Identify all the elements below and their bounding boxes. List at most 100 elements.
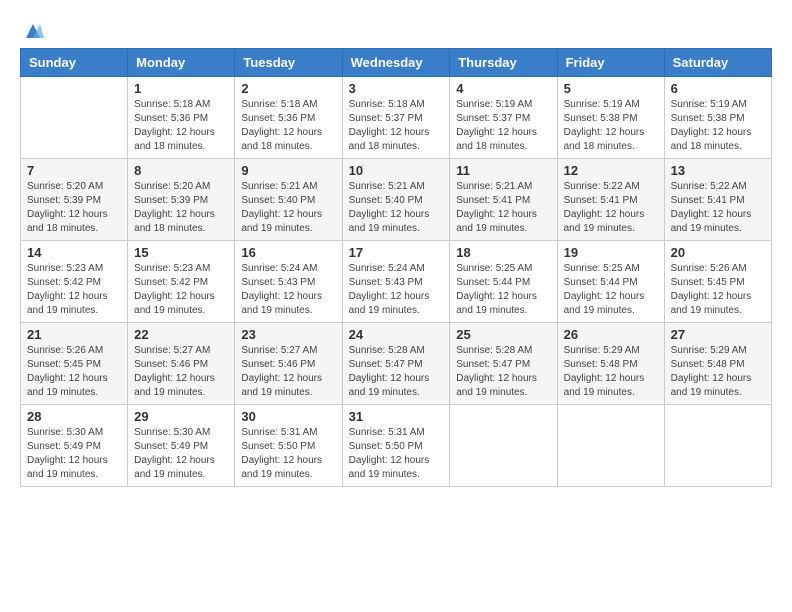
logo (20, 20, 44, 38)
day-number: 9 (241, 163, 335, 178)
calendar-cell: 25Sunrise: 5:28 AM Sunset: 5:47 PM Dayli… (450, 323, 557, 405)
calendar-header-tuesday: Tuesday (235, 49, 342, 77)
day-number: 15 (134, 245, 228, 260)
day-number: 30 (241, 409, 335, 424)
day-info: Sunrise: 5:23 AM Sunset: 5:42 PM Dayligh… (27, 262, 121, 318)
day-info: Sunrise: 5:31 AM Sunset: 5:50 PM Dayligh… (349, 426, 444, 482)
day-info: Sunrise: 5:18 AM Sunset: 5:36 PM Dayligh… (134, 98, 228, 154)
calendar-cell: 14 Sunrise: 5:23 AM Sunset: 5:42 PM Dayli… (21, 241, 128, 323)
calendar-cell: 27 Sunrise: 5:29 AM Sunset: 5:48 PM Dayli… (664, 323, 771, 405)
day-info: Sunrise: 5:27 AM Sunset: 5:46 PM Dayligh… (241, 344, 335, 400)
calendar-cell: 13Sunrise: 5:22 AM Sunset: 5:41 PM Dayli… (664, 159, 771, 241)
day-number: 20 (671, 245, 765, 260)
day-info: Sunrise: 5:19 AM Sunset: 5:38 PM Dayligh… (564, 98, 658, 154)
calendar-header-thursday: Thursday (450, 49, 557, 77)
day-number: 12 (564, 163, 658, 178)
calendar-cell: 19 Sunrise: 5:25 AM Sunset: 5:44 PM Dayli… (557, 241, 664, 323)
day-number: 5 (564, 81, 658, 96)
day-number: 22 (134, 327, 228, 342)
calendar-header-friday: Friday (557, 49, 664, 77)
day-number: 14 (27, 245, 121, 260)
calendar-cell (664, 405, 771, 487)
calendar-cell (450, 405, 557, 487)
day-info: Sunrise: 5:25 AM Sunset: 5:44 PM Dayligh… (564, 262, 658, 318)
page-header (20, 20, 772, 38)
day-number: 23 (241, 327, 335, 342)
day-number: 10 (349, 163, 444, 178)
calendar-cell: 31 Sunrise: 5:31 AM Sunset: 5:50 PM Dayli… (342, 405, 450, 487)
day-info: Sunrise: 5:21 AM Sunset: 5:41 PM Dayligh… (456, 180, 550, 236)
calendar-header-row: SundayMondayTuesdayWednesdayThursdayFrid… (21, 49, 772, 77)
calendar-cell: 6Sunrise: 5:19 AM Sunset: 5:38 PM Daylig… (664, 77, 771, 159)
day-number: 17 (349, 245, 444, 260)
calendar-cell: 17 Sunrise: 5:24 AM Sunset: 5:43 PM Dayli… (342, 241, 450, 323)
day-number: 29 (134, 409, 228, 424)
calendar-cell: 8 Sunrise: 5:20 AM Sunset: 5:39 PM Daylig… (128, 159, 235, 241)
day-number: 7 (27, 163, 121, 178)
calendar-cell: 16 Sunrise: 5:24 AM Sunset: 5:43 PM Dayli… (235, 241, 342, 323)
calendar-week-row: 1 Sunrise: 5:18 AM Sunset: 5:36 PM Daylig… (21, 77, 772, 159)
day-number: 13 (671, 163, 765, 178)
day-number: 6 (671, 81, 765, 96)
calendar-cell: 1 Sunrise: 5:18 AM Sunset: 5:36 PM Daylig… (128, 77, 235, 159)
calendar-cell: 5 Sunrise: 5:19 AM Sunset: 5:38 PM Daylig… (557, 77, 664, 159)
day-info: Sunrise: 5:18 AM Sunset: 5:37 PM Dayligh… (349, 98, 444, 154)
calendar-header-monday: Monday (128, 49, 235, 77)
day-number: 3 (349, 81, 444, 96)
calendar-cell: 3 Sunrise: 5:18 AM Sunset: 5:37 PM Daylig… (342, 77, 450, 159)
day-info: Sunrise: 5:18 AM Sunset: 5:36 PM Dayligh… (241, 98, 335, 154)
day-number: 8 (134, 163, 228, 178)
day-info: Sunrise: 5:28 AM Sunset: 5:47 PM Dayligh… (349, 344, 444, 400)
calendar-cell (21, 77, 128, 159)
day-info: Sunrise: 5:24 AM Sunset: 5:43 PM Dayligh… (241, 262, 335, 318)
day-info: Sunrise: 5:30 AM Sunset: 5:49 PM Dayligh… (134, 426, 228, 482)
day-info: Sunrise: 5:29 AM Sunset: 5:48 PM Dayligh… (564, 344, 658, 400)
calendar-cell: 12 Sunrise: 5:22 AM Sunset: 5:41 PM Dayli… (557, 159, 664, 241)
day-info: Sunrise: 5:24 AM Sunset: 5:43 PM Dayligh… (349, 262, 444, 318)
calendar-header-wednesday: Wednesday (342, 49, 450, 77)
day-number: 27 (671, 327, 765, 342)
day-number: 31 (349, 409, 444, 424)
calendar-header-sunday: Sunday (21, 49, 128, 77)
day-info: Sunrise: 5:31 AM Sunset: 5:50 PM Dayligh… (241, 426, 335, 482)
day-number: 25 (456, 327, 550, 342)
calendar-cell: 29 Sunrise: 5:30 AM Sunset: 5:49 PM Dayli… (128, 405, 235, 487)
day-info: Sunrise: 5:21 AM Sunset: 5:40 PM Dayligh… (349, 180, 444, 236)
day-number: 4 (456, 81, 550, 96)
day-info: Sunrise: 5:19 AM Sunset: 5:37 PM Dayligh… (456, 98, 550, 154)
calendar-header-saturday: Saturday (664, 49, 771, 77)
day-info: Sunrise: 5:26 AM Sunset: 5:45 PM Dayligh… (671, 262, 765, 318)
calendar-table: SundayMondayTuesdayWednesdayThursdayFrid… (20, 48, 772, 487)
day-number: 16 (241, 245, 335, 260)
day-info: Sunrise: 5:26 AM Sunset: 5:45 PM Dayligh… (27, 344, 121, 400)
calendar-cell: 7 Sunrise: 5:20 AM Sunset: 5:39 PM Daylig… (21, 159, 128, 241)
day-info: Sunrise: 5:22 AM Sunset: 5:41 PM Dayligh… (564, 180, 658, 236)
day-info: Sunrise: 5:30 AM Sunset: 5:49 PM Dayligh… (27, 426, 121, 482)
day-number: 28 (27, 409, 121, 424)
calendar-cell: 9 Sunrise: 5:21 AM Sunset: 5:40 PM Daylig… (235, 159, 342, 241)
day-number: 26 (564, 327, 658, 342)
logo-icon (22, 20, 44, 42)
day-info: Sunrise: 5:20 AM Sunset: 5:39 PM Dayligh… (134, 180, 228, 236)
calendar-cell: 28 Sunrise: 5:30 AM Sunset: 5:49 PM Dayli… (21, 405, 128, 487)
calendar-cell: 15Sunrise: 5:23 AM Sunset: 5:42 PM Dayli… (128, 241, 235, 323)
calendar-cell (557, 405, 664, 487)
day-number: 11 (456, 163, 550, 178)
day-info: Sunrise: 5:20 AM Sunset: 5:39 PM Dayligh… (27, 180, 121, 236)
day-info: Sunrise: 5:21 AM Sunset: 5:40 PM Dayligh… (241, 180, 335, 236)
calendar-cell: 4 Sunrise: 5:19 AM Sunset: 5:37 PM Daylig… (450, 77, 557, 159)
calendar-cell: 10 Sunrise: 5:21 AM Sunset: 5:40 PM Dayli… (342, 159, 450, 241)
day-number: 19 (564, 245, 658, 260)
day-info: Sunrise: 5:29 AM Sunset: 5:48 PM Dayligh… (671, 344, 765, 400)
calendar-cell: 2 Sunrise: 5:18 AM Sunset: 5:36 PM Daylig… (235, 77, 342, 159)
calendar-cell: 18Sunrise: 5:25 AM Sunset: 5:44 PM Dayli… (450, 241, 557, 323)
day-number: 1 (134, 81, 228, 96)
day-number: 2 (241, 81, 335, 96)
calendar-cell: 26 Sunrise: 5:29 AM Sunset: 5:48 PM Dayli… (557, 323, 664, 405)
day-number: 21 (27, 327, 121, 342)
calendar-cell: 22Sunrise: 5:27 AM Sunset: 5:46 PM Dayli… (128, 323, 235, 405)
calendar-cell: 20 Sunrise: 5:26 AM Sunset: 5:45 PM Dayli… (664, 241, 771, 323)
day-number: 24 (349, 327, 444, 342)
calendar-week-row: 21 Sunrise: 5:26 AM Sunset: 5:45 PM Dayli… (21, 323, 772, 405)
calendar-cell: 11 Sunrise: 5:21 AM Sunset: 5:41 PM Dayli… (450, 159, 557, 241)
